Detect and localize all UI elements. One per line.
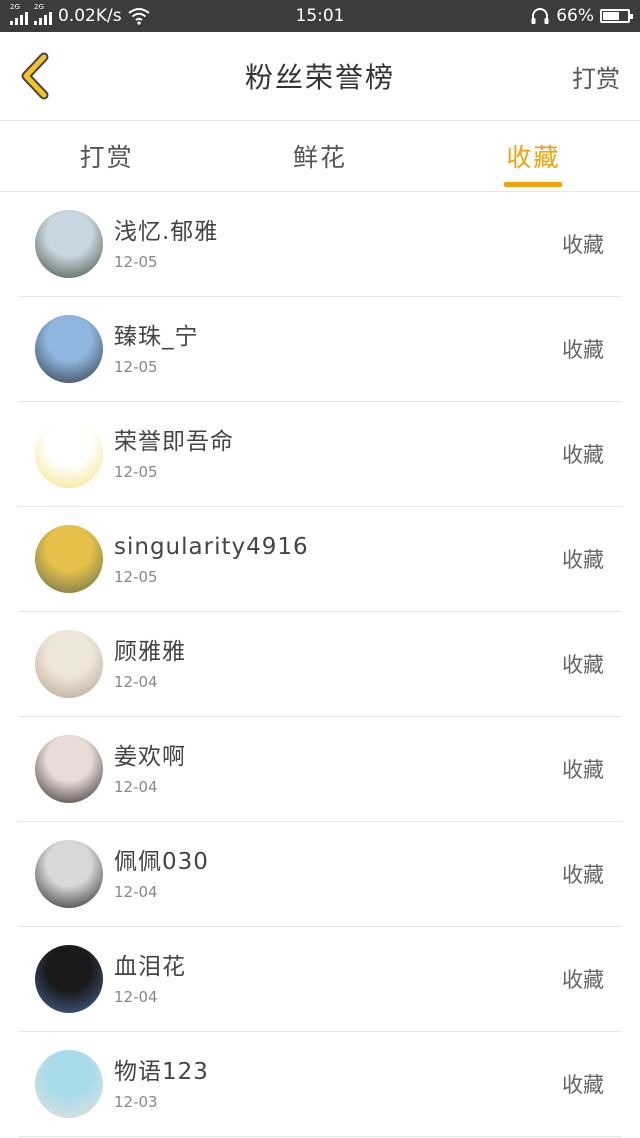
- wifi-icon: [127, 8, 150, 25]
- user-name: 臻珠_宁: [114, 324, 199, 350]
- status-bar: 2G 2G 0.02K/s 15:01 66%: [0, 0, 640, 32]
- user-name: 佩佩030: [114, 849, 209, 875]
- list-item-text: 姜欢啊 12-04: [114, 742, 562, 796]
- user-name: 血泪花: [114, 954, 186, 980]
- list-item[interactable]: 佩佩030 12-04 收藏: [18, 822, 622, 927]
- date-label: 12-03: [114, 1093, 158, 1111]
- favorite-label: 收藏: [562, 443, 604, 467]
- favorite-label: 收藏: [562, 338, 604, 362]
- headphones-icon: [531, 8, 549, 24]
- avatar[interactable]: [35, 840, 103, 908]
- tab-bar: 打赏 鲜花 收藏: [0, 121, 640, 192]
- date-label: 12-05: [114, 358, 158, 376]
- avatar[interactable]: [35, 420, 103, 488]
- list-item[interactable]: 浅忆.郁雅 12-05 收藏: [18, 192, 622, 297]
- user-name: 顾雅雅: [114, 639, 186, 665]
- battery-percent: 66%: [556, 6, 594, 26]
- user-name: 物语123: [114, 1059, 209, 1085]
- date-label: 12-04: [114, 673, 158, 691]
- list-item-text: 佩佩030 12-04: [114, 847, 562, 901]
- back-button[interactable]: [0, 32, 70, 120]
- avatar[interactable]: [35, 735, 103, 803]
- signal-icon: 2G: [10, 3, 28, 25]
- list-item-text: 顾雅雅 12-04: [114, 637, 562, 691]
- status-left: 2G 2G 0.02K/s: [10, 3, 150, 26]
- page-title: 粉丝荣誉榜: [244, 61, 395, 94]
- date-label: 12-05: [114, 463, 158, 481]
- list-item[interactable]: 顾雅雅 12-04 收藏: [18, 612, 622, 717]
- avatar[interactable]: [35, 630, 103, 698]
- date-label: 12-05: [114, 253, 158, 271]
- list-item[interactable]: 物语123 12-03 收藏: [18, 1032, 622, 1137]
- battery-icon: [600, 9, 633, 23]
- signal-icon-2: 2G: [34, 3, 52, 25]
- date-label: 12-05: [114, 568, 158, 586]
- favorite-label: 收藏: [562, 1073, 604, 1097]
- user-name: 荣誉即吾命: [114, 429, 234, 455]
- tab-favorites[interactable]: 收藏: [427, 121, 640, 191]
- list-item-text: 血泪花 12-04: [114, 952, 562, 1006]
- favorite-label: 收藏: [562, 233, 604, 257]
- list-item[interactable]: 荣誉即吾命 12-05 收藏: [18, 402, 622, 507]
- tip-button[interactable]: 打赏: [572, 59, 640, 94]
- tab-flowers[interactable]: 鲜花: [213, 121, 426, 191]
- list-item-text: 臻珠_宁 12-05: [114, 322, 562, 376]
- list-item-text: 浅忆.郁雅 12-05: [114, 217, 562, 271]
- list-item[interactable]: 血泪花 12-04 收藏: [18, 927, 622, 1032]
- date-label: 12-04: [114, 988, 158, 1006]
- back-arrow-icon: [21, 52, 49, 100]
- avatar[interactable]: [35, 525, 103, 593]
- list-item[interactable]: singularity4916 12-05 收藏: [18, 507, 622, 612]
- list-item-text: singularity4916 12-05: [114, 532, 562, 586]
- avatar[interactable]: [35, 315, 103, 383]
- user-name: 姜欢啊: [114, 744, 186, 770]
- favorite-label: 收藏: [562, 968, 604, 992]
- favorite-label: 收藏: [562, 548, 604, 572]
- tab-tip[interactable]: 打赏: [0, 121, 213, 191]
- favorite-label: 收藏: [562, 653, 604, 677]
- list-item[interactable]: 臻珠_宁 12-05 收藏: [18, 297, 622, 402]
- header: 粉丝荣誉榜 打赏: [0, 32, 640, 121]
- list-item-text: 物语123 12-03: [114, 1057, 562, 1111]
- user-name: 浅忆.郁雅: [114, 219, 219, 245]
- date-label: 12-04: [114, 778, 158, 796]
- fan-list: 浅忆.郁雅 12-05 收藏 臻珠_宁 12-05 收藏 荣誉即吾命 12-05 收藏 singu…: [0, 192, 640, 1137]
- status-right: 66%: [530, 6, 633, 26]
- network-type-2: 2G: [34, 3, 44, 11]
- avatar[interactable]: [35, 210, 103, 278]
- avatar[interactable]: [35, 1050, 103, 1118]
- list-item-text: 荣誉即吾命 12-05: [114, 427, 562, 481]
- user-name: singularity4916: [114, 534, 309, 560]
- favorite-label: 收藏: [562, 758, 604, 782]
- network-speed: 0.02K/s: [58, 6, 122, 26]
- date-label: 12-04: [114, 883, 158, 901]
- favorite-label: 收藏: [562, 863, 604, 887]
- network-type-1: 2G: [10, 3, 20, 11]
- list-item[interactable]: 姜欢啊 12-04 收藏: [18, 717, 622, 822]
- avatar[interactable]: [35, 945, 103, 1013]
